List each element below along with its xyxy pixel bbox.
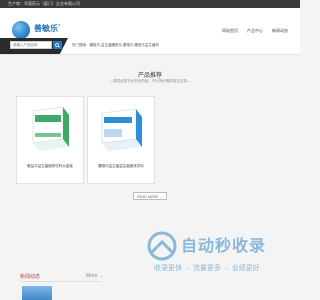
search-input[interactable] <box>10 41 52 49</box>
section-subtitle: —提供优质平价安全药品，不比拼价格的真正实惠— <box>109 79 191 83</box>
search-bar: 热门搜索：腰椎乐,益生菌腰椎乐,腰椎乐,腰椎乐益生菌粉 <box>0 38 300 55</box>
watermark-subtitle: 收录更快 → 流量更多 → 业绩更好 <box>154 265 260 272</box>
product-caption[interactable]: 敏益乐益生菌固体饮料大盒装 <box>21 164 79 169</box>
product-box-image <box>101 108 142 151</box>
read-more-button[interactable]: READ MORE → <box>133 192 167 200</box>
site-header: 善敏乐® 网站首页 产品中心 新闻动态 <box>0 8 300 39</box>
product-card[interactable]: 腰椎乐益生菌益生菌固体饮料 <box>87 96 155 184</box>
news-thumbnail[interactable] <box>22 286 52 300</box>
watermark-title: 自动秒收录 <box>181 238 267 255</box>
product-box-image <box>32 106 69 151</box>
nav-item-news[interactable]: 新闻动态 <box>272 28 288 34</box>
news-more-link[interactable]: More → <box>86 273 104 279</box>
search-button[interactable] <box>53 41 62 49</box>
top-bar: 生产商：华葡药元（厦门）企业有限公司 <box>0 0 300 8</box>
hot-search-text[interactable]: 热门搜索：腰椎乐,益生菌腰椎乐,腰椎乐,腰椎乐益生菌粉 <box>72 43 159 48</box>
search-icon <box>55 42 60 48</box>
top-bar-text: 生产商：华葡药元（厦门）企业有限公司 <box>8 1 80 6</box>
product-card[interactable]: 敏益乐益生菌固体饮料大盒装 <box>16 96 84 184</box>
nav-item-products[interactable]: 产品中心 <box>247 28 263 34</box>
news-section-title: 新闻动态 <box>20 274 41 280</box>
logo-icon[interactable] <box>12 21 30 39</box>
watermark-logo-icon <box>147 231 177 261</box>
nav-item-home[interactable]: 网站首页 <box>222 28 238 34</box>
logo-text[interactable]: 善敏乐® <box>34 23 60 34</box>
divider <box>20 281 102 282</box>
product-caption[interactable]: 腰椎乐益生菌益生菌固体饮料 <box>92 164 150 169</box>
section-title: 产品推荐 <box>137 73 162 79</box>
